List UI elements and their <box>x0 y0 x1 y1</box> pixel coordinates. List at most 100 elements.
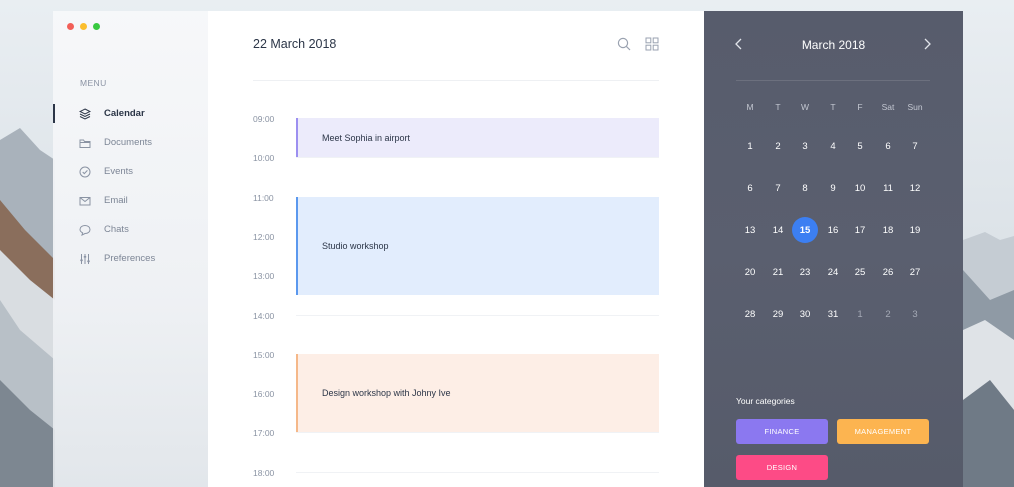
calendar-day[interactable]: 1 <box>847 301 873 327</box>
calendar-day[interactable]: 25 <box>847 259 873 285</box>
sidebar-item-label: Documents <box>104 137 153 148</box>
event-title: Meet Sophia in airport <box>322 132 411 143</box>
event-meet-sophia[interactable]: Meet Sophia in airport <box>296 118 659 158</box>
sidebar-item-label: Chats <box>104 224 129 235</box>
time-label: 13:00 <box>253 271 275 282</box>
hour-gridline <box>296 314 659 316</box>
weekday-label: F <box>857 102 863 112</box>
minimize-window-button[interactable] <box>80 23 87 30</box>
sidebar-nav: Calendar Documents Events Email Chats Pr… <box>53 99 208 273</box>
menu-heading: MENU <box>80 78 107 88</box>
calendar-day[interactable]: 30 <box>792 301 818 327</box>
weekday-label: M <box>746 102 754 112</box>
weekday-label: W <box>800 102 810 112</box>
grid-view-button[interactable] <box>645 37 659 51</box>
calendar-day[interactable]: 29 <box>765 301 791 327</box>
chevron-right-icon <box>924 38 931 50</box>
weekday-label: Sat <box>881 102 895 112</box>
calendar-day[interactable]: 23 <box>792 259 818 285</box>
calendar-day[interactable]: 18 <box>875 217 901 243</box>
day-view: 22 March 2018 09:00 10:00 11:00 12:00 13… <box>208 11 704 487</box>
calendar-day[interactable]: 5 <box>847 133 873 159</box>
hour-gridline <box>296 432 659 434</box>
header-divider <box>253 80 659 81</box>
calendar-day[interactable]: 26 <box>875 259 901 285</box>
next-month-button[interactable] <box>920 37 934 51</box>
calendar-day[interactable]: 21 <box>765 259 791 285</box>
hour-gridline <box>296 471 659 473</box>
chat-icon <box>79 224 91 236</box>
categories-heading: Your categories <box>736 396 795 406</box>
calendar-day[interactable]: 14 <box>765 217 791 243</box>
sidebar-item-label: Preferences <box>104 253 156 264</box>
calendar-day[interactable]: 6 <box>875 133 901 159</box>
calendar-day[interactable]: 28 <box>737 301 763 327</box>
calendar-day[interactable]: 16 <box>820 217 846 243</box>
time-label: 12:00 <box>253 231 275 242</box>
calendar-day[interactable]: 10 <box>847 175 873 201</box>
mail-icon <box>79 195 91 207</box>
calendar-day-selected[interactable]: 15 <box>792 217 818 243</box>
event-title: Studio workshop <box>322 240 389 251</box>
search-button[interactable] <box>617 37 631 51</box>
calendar-day[interactable]: 24 <box>820 259 846 285</box>
sidebar-item-calendar[interactable]: Calendar <box>53 99 208 128</box>
category-finance-button[interactable]: FINANCE <box>736 419 828 444</box>
weekday-label: Sun <box>907 102 923 112</box>
calendar-day[interactable]: 8 <box>792 175 818 201</box>
event-design-workshop[interactable]: Design workshop with Johny Ive <box>296 353 659 433</box>
calendar-window: MENU Calendar Documents Events Email Cha… <box>53 11 963 487</box>
time-label: 16:00 <box>253 389 275 400</box>
time-label: 14:00 <box>253 310 275 321</box>
category-design-button[interactable]: DESIGN <box>736 455 828 480</box>
calendar-day[interactable]: 9 <box>820 175 846 201</box>
time-label: 17:00 <box>253 428 275 439</box>
calendar-day[interactable]: 27 <box>902 259 928 285</box>
sidebar-item-label: Events <box>104 166 134 177</box>
time-label: 15:00 <box>253 349 275 360</box>
calendar-day[interactable]: 12 <box>902 175 928 201</box>
sidebar-item-label: Calendar <box>104 108 145 119</box>
event-title: Design workshop with Johny Ive <box>322 388 451 399</box>
sidebar-item-events[interactable]: Events <box>53 157 208 186</box>
calendar-day[interactable]: 3 <box>792 133 818 159</box>
calendar-day[interactable]: 3 <box>902 301 928 327</box>
folder-icon <box>79 137 91 149</box>
window-controls <box>67 23 100 30</box>
sidebar-item-documents[interactable]: Documents <box>53 128 208 157</box>
sidebar-item-label: Email <box>104 195 128 206</box>
sliders-icon <box>79 253 91 265</box>
time-label: 11:00 <box>253 192 274 203</box>
calendar-day[interactable]: 2 <box>875 301 901 327</box>
sidebar-item-chats[interactable]: Chats <box>53 215 208 244</box>
close-window-button[interactable] <box>67 23 74 30</box>
check-circle-icon <box>79 166 91 178</box>
calendar-day[interactable]: 20 <box>737 259 763 285</box>
sidebar-item-email[interactable]: Email <box>53 186 208 215</box>
layers-icon <box>79 107 91 120</box>
search-icon <box>617 37 631 51</box>
grid-icon <box>645 37 659 51</box>
calendar-day[interactable]: 31 <box>820 301 846 327</box>
page-title: 22 March 2018 <box>253 37 337 51</box>
calendar-day[interactable]: 6 <box>737 175 763 201</box>
sidebar-item-preferences[interactable]: Preferences <box>53 244 208 273</box>
calendar-day[interactable]: 17 <box>847 217 873 243</box>
calendar-day[interactable]: 11 <box>875 175 901 201</box>
time-label: 10:00 <box>253 153 275 164</box>
maximize-window-button[interactable] <box>93 23 100 30</box>
calendar-day[interactable]: 13 <box>737 217 763 243</box>
category-management-button[interactable]: MANAGEMENT <box>837 419 929 444</box>
hour-gridline <box>296 157 659 159</box>
calendar-day[interactable]: 2 <box>765 133 791 159</box>
event-studio-workshop[interactable]: Studio workshop <box>296 196 659 295</box>
time-label: 18:00 <box>253 467 275 478</box>
calendar-day[interactable]: 4 <box>820 133 846 159</box>
calendar-day[interactable]: 1 <box>737 133 763 159</box>
calendar-day[interactable]: 7 <box>902 133 928 159</box>
sidebar: MENU Calendar Documents Events Email Cha… <box>53 11 208 487</box>
calendar-day[interactable]: 7 <box>765 175 791 201</box>
calendar-divider <box>736 80 930 81</box>
calendar-day[interactable]: 19 <box>902 217 928 243</box>
time-label: 09:00 <box>253 114 275 124</box>
